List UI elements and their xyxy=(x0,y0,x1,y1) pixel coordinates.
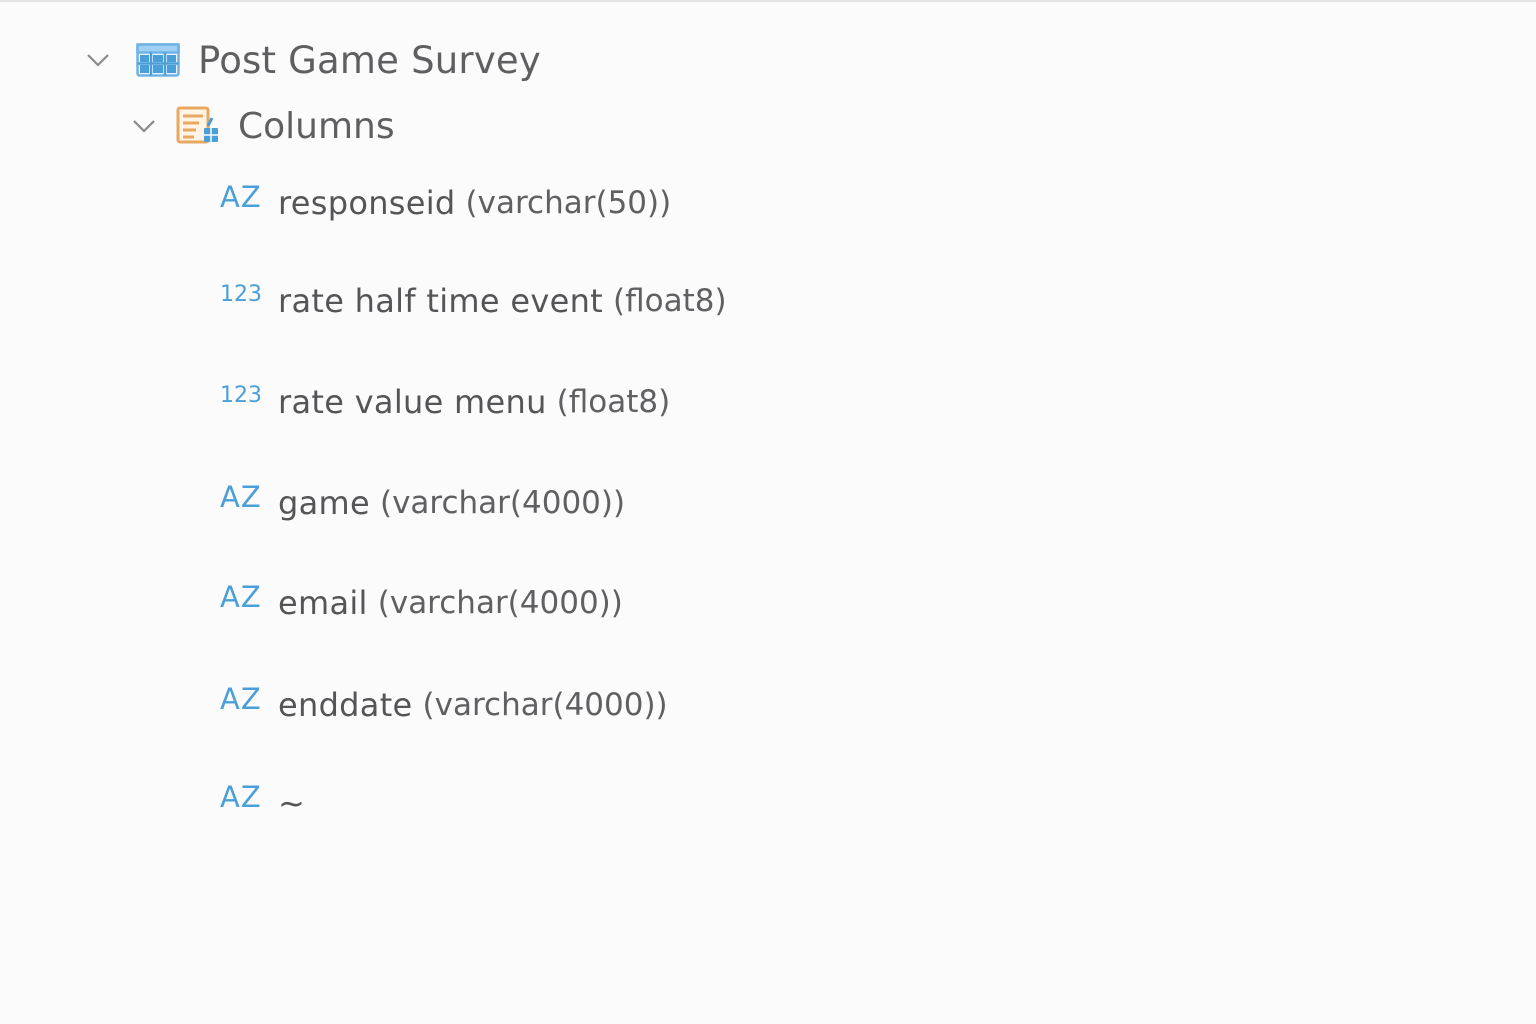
column-row[interactable]: AZ responseid (varchar(50)) xyxy=(220,175,671,231)
text-type-icon: AZ xyxy=(220,479,262,514)
chevron-down-icon[interactable] xyxy=(84,46,112,74)
columns-folder-label: Columns xyxy=(238,105,395,147)
column-name: responseid xyxy=(278,184,456,222)
table-name-label: Post Game Survey xyxy=(198,38,541,82)
columns-folder-icon xyxy=(176,106,222,146)
number-type-icon: 123 xyxy=(220,282,262,307)
number-type-icon: 123 xyxy=(220,383,262,408)
column-name: rate value menu xyxy=(278,383,547,421)
column-row[interactable]: AZ ~ xyxy=(220,775,315,831)
column-name: email xyxy=(278,584,368,622)
column-name: ~ xyxy=(278,784,306,822)
chevron-down-icon[interactable] xyxy=(130,112,158,140)
column-row[interactable]: AZ game (varchar(4000)) xyxy=(220,475,625,531)
text-type-icon: AZ xyxy=(220,179,262,214)
column-datatype: (varchar(4000)) xyxy=(422,687,668,723)
column-datatype: (float8) xyxy=(556,384,671,420)
column-datatype: (varchar(50)) xyxy=(465,185,672,221)
text-type-icon: AZ xyxy=(220,579,262,614)
schema-tree: Post Game Survey Columns AZ responseid (… xyxy=(0,0,1536,1024)
tree-node-table[interactable]: Post Game Survey xyxy=(84,30,541,90)
tree-node-columns-folder[interactable]: Columns xyxy=(130,96,395,156)
column-datatype: (varchar(4000)) xyxy=(379,485,626,521)
column-row[interactable]: 123 rate value menu (float8) xyxy=(220,374,670,430)
text-type-icon: AZ xyxy=(220,779,262,814)
column-row[interactable]: AZ email (varchar(4000)) xyxy=(220,575,623,631)
table-icon xyxy=(136,43,180,77)
column-name: enddate xyxy=(278,686,413,724)
column-row[interactable]: AZ enddate (varchar(4000)) xyxy=(220,677,668,733)
column-name: game xyxy=(278,484,370,522)
column-name: rate half time event xyxy=(278,282,603,320)
column-datatype: (float8) xyxy=(613,283,727,319)
text-type-icon: AZ xyxy=(220,681,262,716)
column-datatype: (varchar(4000)) xyxy=(377,585,623,621)
column-row[interactable]: 123 rate half time event (float8) xyxy=(220,273,727,329)
